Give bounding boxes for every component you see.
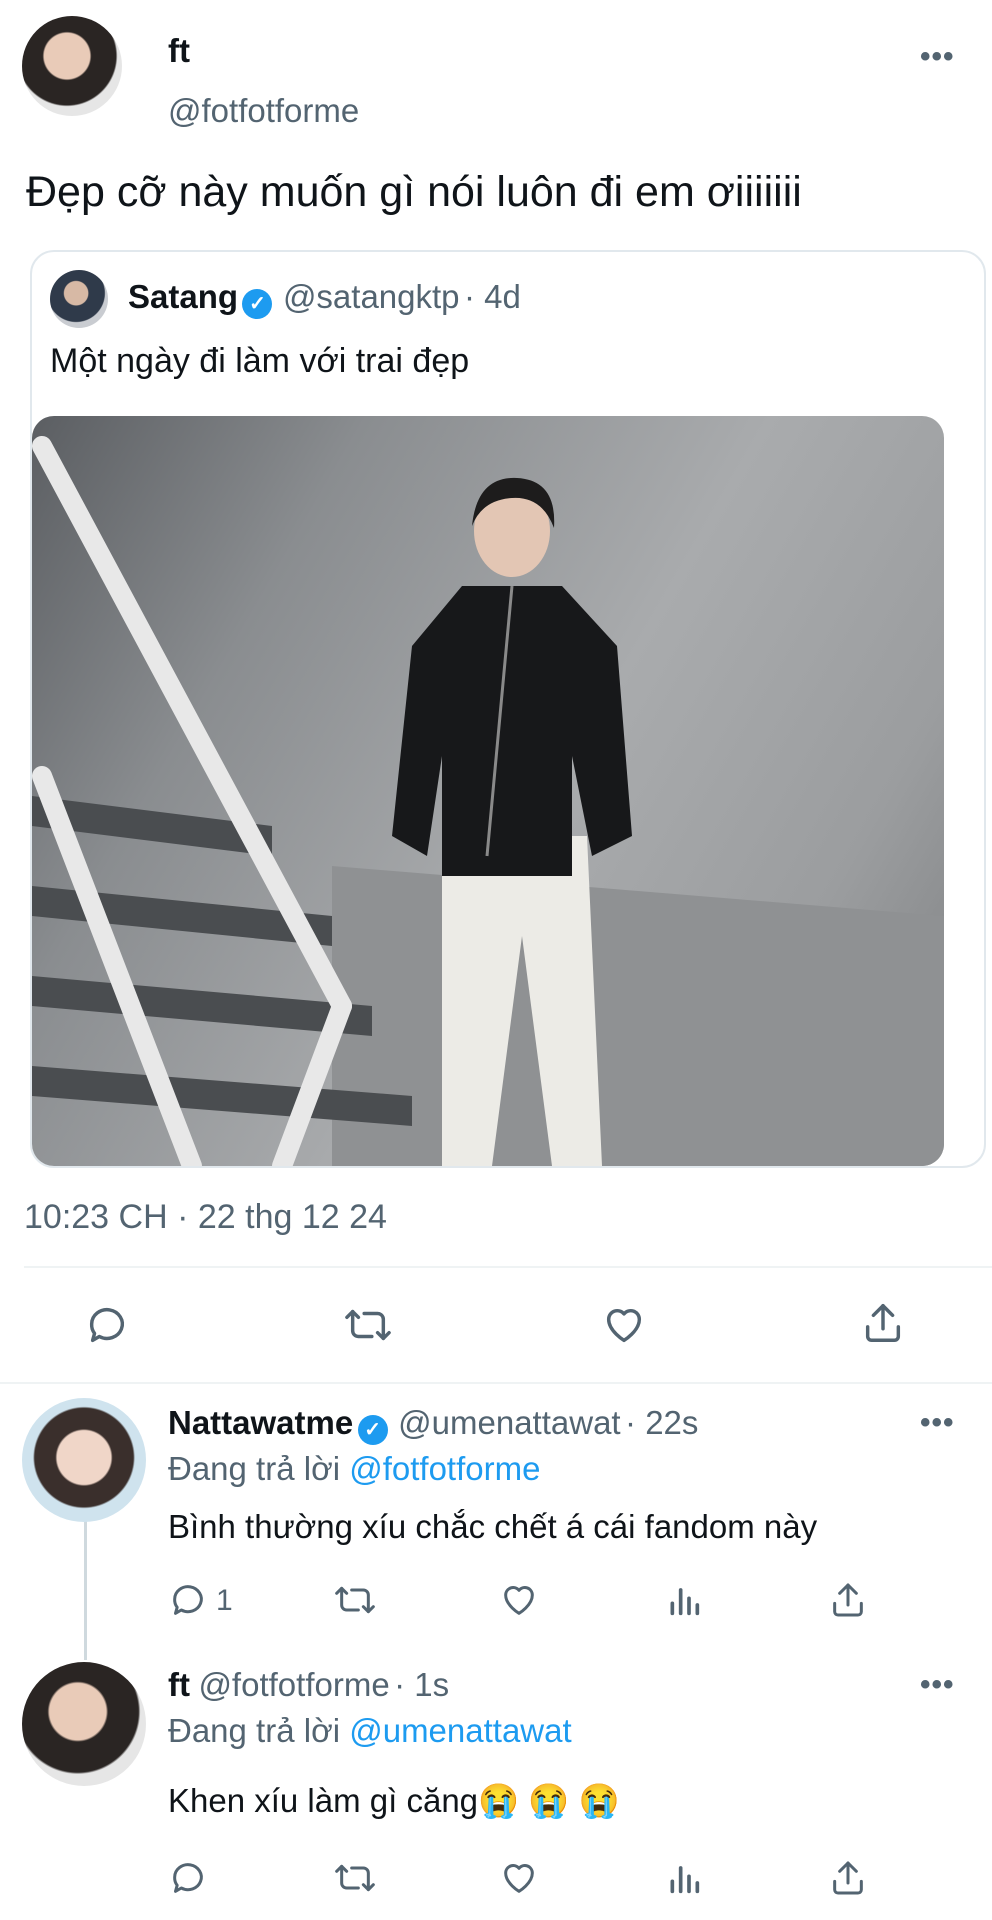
tweet-timestamp[interactable]: 10:23 CH · 22 thg 12 24 [24, 1198, 387, 1237]
reply-header: ft @fotfotforme · 1s [168, 1666, 449, 1704]
replying-prefix: Đang trả lời [168, 1450, 341, 1487]
reply-name[interactable]: ft [168, 1666, 190, 1703]
author-avatar[interactable] [22, 16, 122, 116]
comment-icon[interactable] [84, 1302, 130, 1348]
reply-time: · 22s [625, 1404, 699, 1441]
reply-text: Khen xíu làm gì căng😭 😭 😭 [168, 1782, 620, 1819]
reply-handle[interactable]: @fotfotforme [198, 1666, 389, 1703]
more-dots-icon[interactable]: ••• [920, 1406, 955, 1440]
more-dots-icon[interactable]: ••• [920, 40, 955, 74]
heart-icon[interactable] [498, 1580, 540, 1620]
quoted-avatar[interactable] [50, 270, 108, 328]
quoted-header: Satang ✓ @satangktp · 4d [128, 278, 521, 319]
replying-prefix: Đang trả lời [168, 1712, 341, 1749]
tweet-text: Đẹp cỡ này muốn gì nói luôn đi em ơiiiii… [26, 168, 802, 216]
heart-icon[interactable] [600, 1302, 648, 1348]
heart-icon[interactable] [498, 1858, 540, 1898]
reply-avatar[interactable] [22, 1662, 146, 1786]
analytics-icon[interactable] [664, 1858, 704, 1898]
divider [24, 1266, 992, 1268]
replying-to-link[interactable]: @fotfotforme [349, 1450, 540, 1487]
replying-to: Đang trả lời @fotfotforme [168, 1450, 540, 1488]
analytics-icon[interactable] [664, 1580, 704, 1620]
thread-line [84, 1520, 87, 1660]
reply-text: Bình thường xíu chắc chết á cái fandom n… [168, 1508, 818, 1545]
reply-name[interactable]: Nattawatme [168, 1404, 353, 1441]
quoted-time: · 4d [464, 278, 521, 315]
retweet-icon[interactable] [332, 1858, 378, 1898]
author-handle[interactable]: @fotfotforme [168, 92, 359, 130]
verified-badge-icon: ✓ [242, 288, 273, 319]
quoted-name[interactable]: Satang [128, 278, 238, 315]
comment-icon[interactable] [168, 1580, 208, 1620]
quoted-photo[interactable] [32, 416, 944, 1166]
verified-badge-icon: ✓ [357, 1414, 388, 1445]
retweet-icon[interactable] [342, 1302, 394, 1348]
reply-header: Nattawatme ✓ @umenattawat · 22s [168, 1404, 698, 1445]
share-icon[interactable] [860, 1300, 906, 1346]
photo-scene [32, 436, 944, 1166]
share-icon[interactable] [828, 1858, 868, 1898]
retweet-icon[interactable] [332, 1580, 378, 1620]
replying-to-link[interactable]: @umenattawat [349, 1712, 571, 1749]
reply-time: · 1s [394, 1666, 450, 1703]
divider [0, 1382, 992, 1384]
more-dots-icon[interactable]: ••• [920, 1668, 955, 1702]
comment-icon[interactable] [168, 1858, 208, 1898]
author-name[interactable]: ft [168, 32, 190, 70]
replying-to: Đang trả lời @umenattawat [168, 1712, 572, 1750]
quoted-text: Một ngày đi làm với trai đẹp [50, 342, 470, 380]
reply-handle[interactable]: @umenattawat [398, 1404, 620, 1441]
share-icon[interactable] [828, 1580, 868, 1620]
reply-avatar[interactable] [22, 1398, 146, 1522]
reply-count: 1 [216, 1584, 233, 1617]
quoted-handle[interactable]: @satangktp [283, 278, 460, 315]
